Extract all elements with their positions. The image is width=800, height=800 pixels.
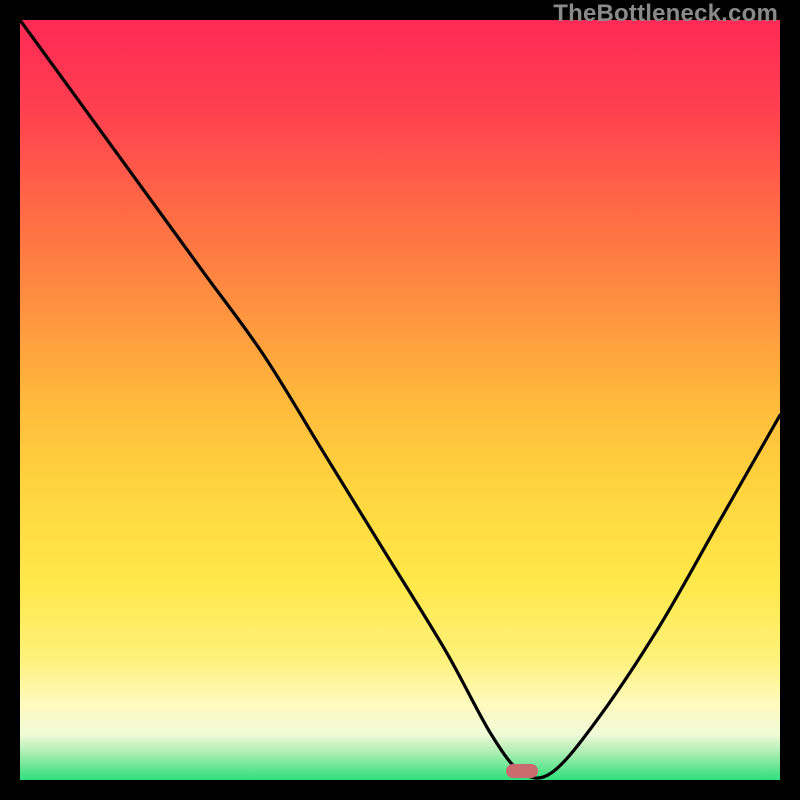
- gradient-background: [20, 20, 780, 780]
- chart-frame: [20, 20, 780, 780]
- bottleneck-chart: [20, 20, 780, 780]
- watermark-label: TheBottleneck.com: [553, 0, 778, 28]
- optimal-marker: [506, 764, 538, 778]
